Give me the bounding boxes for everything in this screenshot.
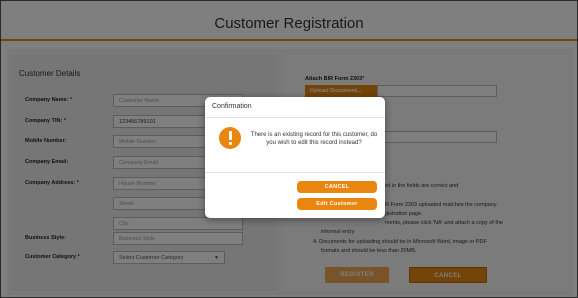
edit-customer-button[interactable]: Edit Customer <box>297 198 377 210</box>
dialog-message: There is an existing record for this cus… <box>250 132 378 146</box>
divider <box>205 117 385 118</box>
exclamation-icon <box>219 127 241 149</box>
dialog-cancel-button[interactable]: CANCEL <box>297 181 377 193</box>
confirmation-dialog: Confirmation There is an existing record… <box>205 97 385 218</box>
dialog-title: Confirmation <box>212 103 252 110</box>
divider <box>205 172 385 173</box>
